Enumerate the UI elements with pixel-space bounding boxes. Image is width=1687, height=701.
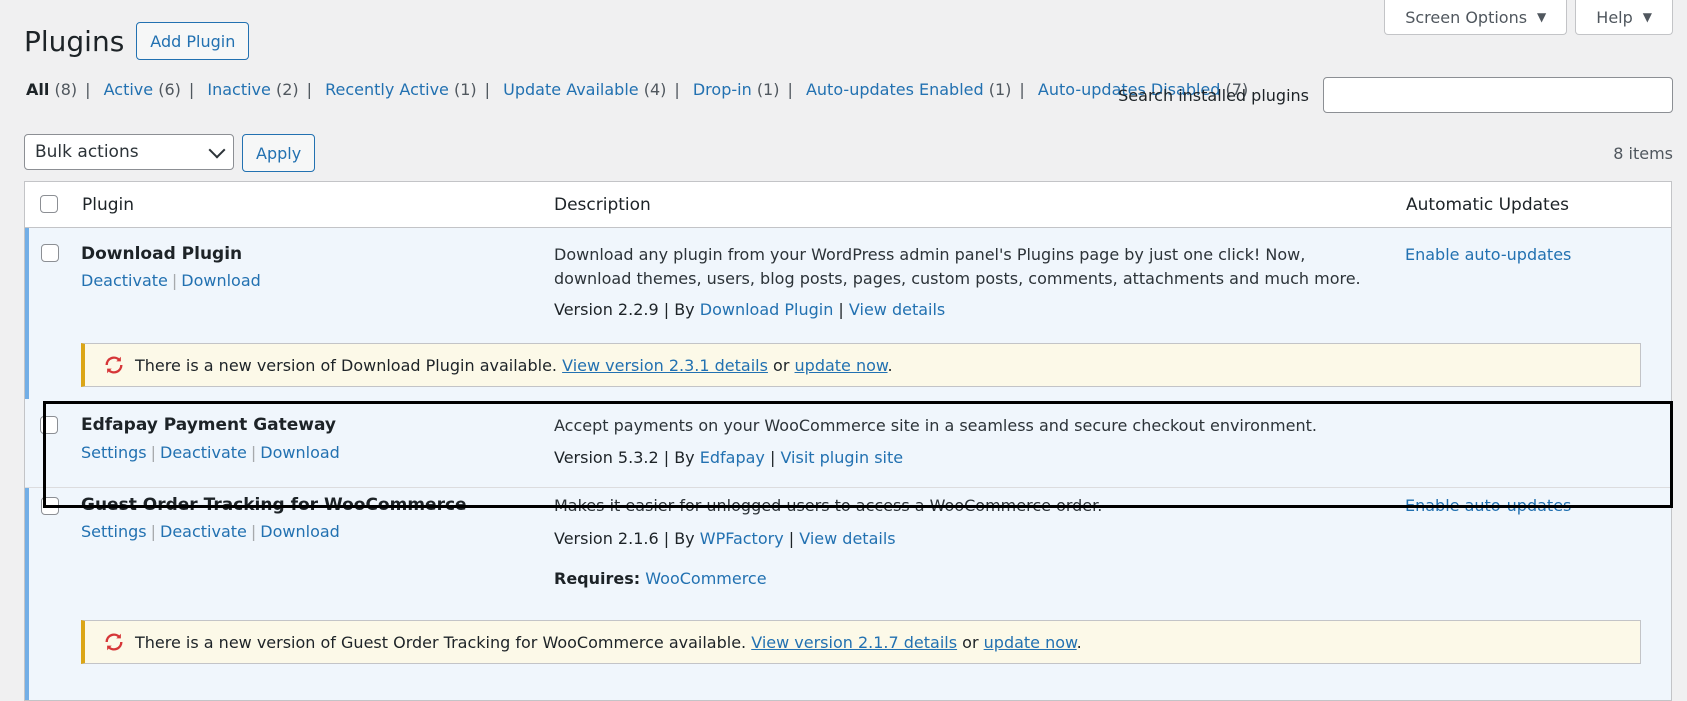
view-version-details-link[interactable]: View version 2.3.1 details bbox=[562, 356, 768, 375]
requires-label: Requires: bbox=[554, 569, 641, 588]
by-label: By bbox=[674, 300, 695, 319]
requires-woocommerce-link[interactable]: WooCommerce bbox=[645, 569, 766, 588]
filter-active[interactable]: Active bbox=[104, 80, 154, 99]
update-notice: There is a new version of Download Plugi… bbox=[81, 343, 1641, 387]
column-automatic-updates: Automatic Updates bbox=[1406, 195, 1570, 215]
plugin-version: Version 2.2.9 bbox=[554, 300, 659, 319]
download-link[interactable]: Download bbox=[260, 443, 340, 462]
page-header: Plugins Add Plugin bbox=[24, 22, 250, 60]
page-title: Plugins bbox=[24, 24, 125, 58]
by-label: By bbox=[674, 529, 695, 548]
notice-or: or bbox=[962, 632, 979, 652]
chevron-down-icon bbox=[208, 141, 226, 158]
plugin-status-filters: All (8) | Active (6) | Inactive (2) | Recen… bbox=[26, 80, 1249, 99]
table-header: Plugin Description Automatic Updates bbox=[25, 182, 1671, 228]
notice-text: There is a new version of Guest Order Tr… bbox=[135, 633, 1082, 652]
deactivate-link[interactable]: Deactivate bbox=[160, 522, 247, 541]
notice-text: There is a new version of Download Plugi… bbox=[135, 356, 893, 375]
filter-drop-in[interactable]: Drop-in bbox=[693, 80, 752, 99]
bulk-actions-select[interactable]: Bulk actions bbox=[24, 134, 234, 170]
filter-update-available[interactable]: Update Available bbox=[503, 80, 638, 99]
filter-all[interactable]: All bbox=[26, 80, 49, 99]
table-row: Download Plugin Deactivate | Download Down… bbox=[25, 228, 1671, 399]
caret-down-icon: ▼ bbox=[1642, 10, 1652, 24]
plugin-name: Edfapay Payment Gateway bbox=[81, 415, 337, 435]
bulk-actions-bar: Bulk actions Apply bbox=[24, 134, 316, 172]
screen-meta: Screen Options ▼ Help ▼ bbox=[1384, 0, 1673, 35]
filter-count: (8) bbox=[54, 80, 78, 99]
settings-link[interactable]: Settings bbox=[81, 522, 147, 541]
update-icon bbox=[105, 356, 123, 374]
filter-count: (1) bbox=[988, 80, 1012, 99]
filter-count: (6) bbox=[158, 80, 181, 99]
plugin-name: Guest Order Tracking for WooCommerce bbox=[81, 495, 467, 515]
filter-count: (2) bbox=[275, 80, 299, 99]
select-all-checkbox[interactable] bbox=[40, 195, 58, 213]
plugin-meta: Version 2.2.9 | By Download Plugin | Vie… bbox=[554, 300, 946, 319]
enable-auto-updates-link[interactable]: Enable auto-updates bbox=[1405, 245, 1571, 264]
notice-prefix: There is a new version of Download Plugi… bbox=[135, 355, 558, 375]
settings-link[interactable]: Settings bbox=[81, 443, 147, 462]
notice-period: . bbox=[887, 355, 893, 375]
row-checkbox[interactable] bbox=[41, 244, 59, 262]
plugin-version: Version 5.3.2 bbox=[554, 448, 659, 467]
table-row: Guest Order Tracking for WooCommerce Set… bbox=[25, 488, 1671, 700]
apply-button[interactable]: Apply bbox=[242, 134, 316, 172]
column-plugin[interactable]: Plugin bbox=[82, 195, 134, 215]
update-now-link[interactable]: update now bbox=[795, 356, 888, 375]
download-link[interactable]: Download bbox=[260, 522, 340, 541]
filter-count: (1) bbox=[454, 80, 477, 99]
view-version-details-link[interactable]: View version 2.1.7 details bbox=[751, 633, 957, 652]
filter-inactive[interactable]: Inactive bbox=[207, 80, 271, 99]
plugins-table: Plugin Description Automatic Updates Dow… bbox=[24, 181, 1672, 701]
author-link[interactable]: Edfapay bbox=[700, 448, 765, 467]
row-checkbox[interactable] bbox=[40, 416, 58, 434]
add-plugin-button[interactable]: Add Plugin bbox=[136, 22, 250, 60]
visit-plugin-site-link[interactable]: Visit plugin site bbox=[780, 448, 903, 467]
view-details-link[interactable]: View details bbox=[849, 300, 945, 319]
help-label: Help bbox=[1596, 7, 1633, 27]
table-row: Edfapay Payment Gateway Settings | Deactiv… bbox=[25, 399, 1671, 488]
help-button[interactable]: Help ▼ bbox=[1575, 0, 1673, 35]
column-description: Description bbox=[554, 195, 651, 215]
screen-options-button[interactable]: Screen Options ▼ bbox=[1384, 0, 1568, 35]
deactivate-link[interactable]: Deactivate bbox=[81, 271, 168, 290]
caret-down-icon: ▼ bbox=[1537, 10, 1547, 24]
download-link[interactable]: Download bbox=[181, 271, 261, 290]
plugin-meta: Version 2.1.6 | By WPFactory | View deta… bbox=[554, 529, 896, 548]
plugin-description: Accept payments on your WooCommerce site… bbox=[554, 416, 1317, 435]
row-checkbox[interactable] bbox=[41, 497, 59, 515]
bulk-actions-value: Bulk actions bbox=[35, 142, 139, 162]
filter-auto-updates-enabled[interactable]: Auto-updates Enabled bbox=[806, 80, 984, 99]
row-actions: Settings | Deactivate | Download bbox=[81, 522, 340, 541]
plugin-meta: Version 5.3.2 | By Edfapay | Visit plugi… bbox=[554, 448, 904, 467]
items-count: 8 items bbox=[1613, 144, 1673, 163]
row-actions: Deactivate | Download bbox=[81, 271, 261, 290]
filter-count: (4) bbox=[643, 80, 667, 99]
plugin-requires: Requires: WooCommerce bbox=[554, 569, 767, 588]
enable-auto-updates-link[interactable]: Enable auto-updates bbox=[1405, 496, 1571, 515]
deactivate-link[interactable]: Deactivate bbox=[160, 443, 247, 462]
filter-count: (1) bbox=[756, 80, 780, 99]
plugin-version: Version 2.1.6 bbox=[554, 529, 659, 548]
update-now-link[interactable]: update now bbox=[984, 633, 1077, 652]
notice-or: or bbox=[773, 355, 790, 375]
author-link[interactable]: Download Plugin bbox=[700, 300, 834, 319]
row-actions: Settings | Deactivate | Download bbox=[81, 443, 340, 462]
filter-recently-active[interactable]: Recently Active bbox=[325, 80, 449, 99]
search-input[interactable] bbox=[1323, 77, 1673, 113]
plugin-description: Makes it easier for unlogged users to ac… bbox=[554, 496, 1103, 515]
plugin-description: Download any plugin from your WordPress … bbox=[554, 245, 1361, 288]
plugin-name: Download Plugin bbox=[81, 244, 243, 264]
by-label: By bbox=[674, 448, 695, 467]
plugin-search: Search installed plugins bbox=[1118, 77, 1673, 113]
update-notice: There is a new version of Guest Order Tr… bbox=[81, 620, 1641, 664]
search-label: Search installed plugins bbox=[1118, 85, 1309, 105]
view-details-link[interactable]: View details bbox=[799, 529, 895, 548]
screen-options-label: Screen Options bbox=[1405, 7, 1528, 27]
notice-period: . bbox=[1076, 632, 1082, 652]
notice-prefix: There is a new version of Guest Order Tr… bbox=[135, 632, 747, 652]
author-link[interactable]: WPFactory bbox=[700, 529, 784, 548]
update-icon bbox=[105, 633, 123, 651]
